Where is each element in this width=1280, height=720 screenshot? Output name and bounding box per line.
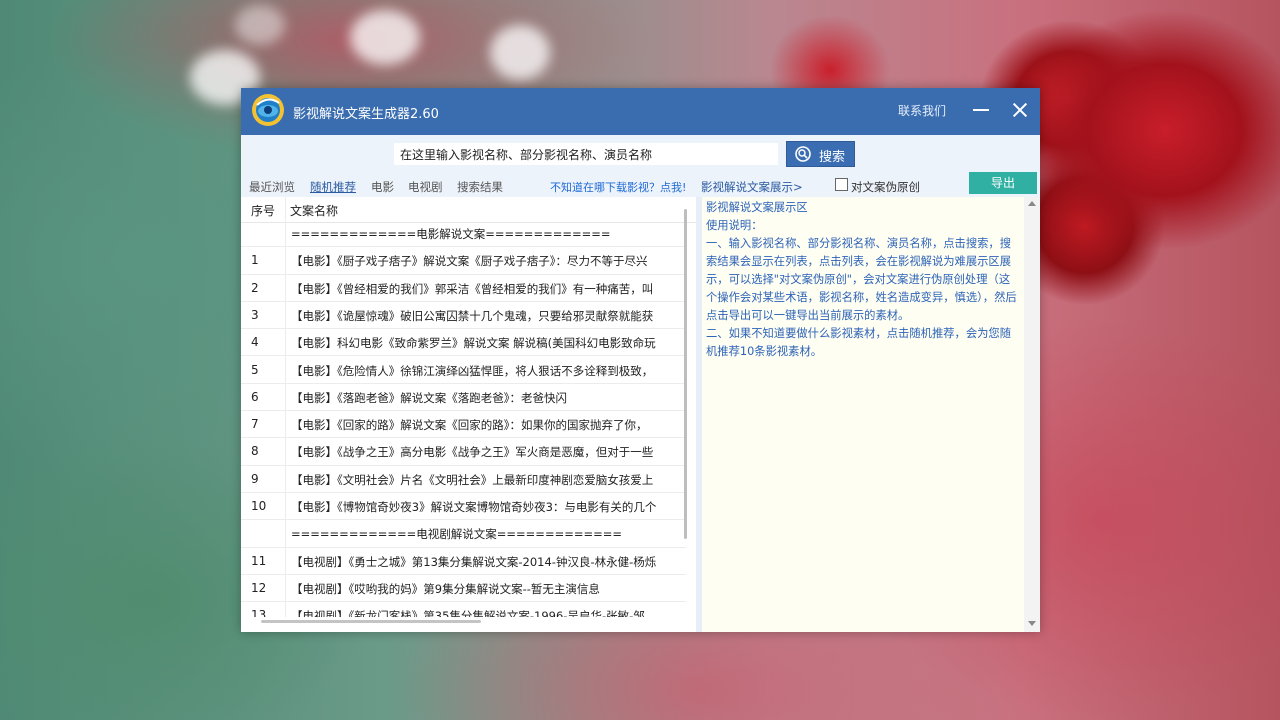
row-number: 12	[251, 580, 267, 595]
scroll-down-arrow-icon[interactable]	[1028, 621, 1036, 626]
row-title: 【电影】《博物馆奇妙夜3》解说文案博物馆奇妙夜3：与电影有关的几个	[291, 500, 657, 514]
search-icon	[795, 146, 811, 162]
row-title: 【电影】《文明社会》片名《文明社会》上最新印度神剧恋爱脑女孩爱上	[291, 472, 654, 487]
row-number: 4	[251, 335, 259, 350]
row-title: 【电影】《回家的路》解说文案《回家的路》：如果你的国家抛弃了你，	[291, 418, 648, 433]
contact-us-link[interactable]: 联系我们	[898, 102, 946, 119]
row-number: 3	[251, 307, 259, 322]
row-number: 8	[251, 444, 259, 459]
tab-movie[interactable]: 电影	[371, 179, 394, 195]
table-row[interactable]: =============电视剧解说文案=============	[241, 520, 686, 548]
search-button-label: 搜索	[819, 150, 846, 165]
download-help-link[interactable]: 不知道在哪下载影视？点我!	[550, 179, 686, 195]
row-title: 【电影】《曾经相爱的我们》郭采洁《曾经相爱的我们》有一种痛苦，叫	[291, 281, 654, 296]
showcase-link[interactable]: 影视解说文案展示>	[701, 179, 803, 195]
table-row[interactable]: 1 【电影】《厨子戏子痞子》解说文案《厨子戏子痞子》：尽力不等于尽兴	[241, 247, 686, 275]
row-title: 【电影】《落跑老爸》解说文案《落跑老爸》：老爸快闪	[291, 390, 567, 405]
minimize-button[interactable]	[969, 96, 993, 124]
display-area[interactable]: 影视解说文案展示区 使用说明： 一、输入影视名称、部分影视名称、演员名称，点击搜…	[702, 197, 1024, 632]
row-title: 【电影】《战争之王》高分电影《战争之王》军火商是恶魔，但对于一些	[291, 445, 654, 460]
table-row[interactable]: 11 【电视剧】《勇士之城》第13集分集解说文案-2014-钟汉良-林永健-杨烁	[241, 548, 686, 575]
row-title: =============电影解说文案=============	[291, 227, 611, 241]
table-row[interactable]: 7 【电影】《回家的路》解说文案《回家的路》：如果你的国家抛弃了你，	[241, 411, 686, 439]
table-row[interactable]: 4 【电影】科幻电影《致命紫罗兰》解说文案 解说稿(美国科幻电影致命玩	[241, 329, 686, 357]
row-title: =============电视剧解说文案=============	[291, 527, 623, 542]
app-title: 影视解说文案生成器2.60	[293, 107, 439, 122]
table-row[interactable]: 5 【电影】《危险情人》徐锦江演绎凶猛悍匪，将人狠话不多诠释到极致，	[241, 357, 686, 384]
row-title: 【电影】科幻电影《致命紫罗兰》解说文案 解说稿(美国科幻电影致命玩	[291, 336, 656, 351]
horizontal-scroll-thumb[interactable]	[261, 620, 481, 623]
pseudo-original-checkbox[interactable]	[835, 178, 848, 191]
export-button[interactable]: 导出	[969, 172, 1037, 194]
search-input[interactable]	[393, 142, 779, 166]
table-row[interactable]: 2 【电影】《曾经相爱的我们》郭采洁《曾经相爱的我们》有一种痛苦，叫	[241, 275, 686, 302]
pseudo-original-label[interactable]: 对文案伪原创	[851, 179, 920, 195]
row-number: 2	[251, 280, 259, 295]
tab-random-recommend[interactable]: 随机推荐	[310, 179, 356, 195]
row-title: 【电影】《危险情人》徐锦江演绎凶猛悍匪，将人狠话不多诠释到极致，	[291, 363, 654, 378]
title-bar[interactable]: 影视解说文案生成器2.60 联系我们	[241, 88, 1040, 135]
row-number: 10	[251, 499, 267, 513]
row-title: 【电影】《厨子戏子痞子》解说文案《厨子戏子痞子》：尽力不等于尽兴	[291, 254, 648, 269]
row-number: 7	[251, 417, 259, 432]
app-logo-icon	[252, 94, 284, 126]
table-row[interactable]: 8 【电影】《战争之王》高分电影《战争之王》军火商是恶魔，但对于一些	[241, 438, 686, 466]
tab-search-results[interactable]: 搜索结果	[457, 179, 503, 195]
app-window: 影视解说文案生成器2.60 联系我们 搜索 最近浏览 随机推荐 电影 电视剧 搜…	[241, 88, 1040, 632]
row-title: 【电视剧】《哎哟我的妈》第9集分集解说文案--暂无主演信息	[291, 581, 600, 596]
table-row[interactable]: =============电影解说文案=============	[241, 220, 686, 248]
tab-tv-series[interactable]: 电视剧	[408, 179, 443, 195]
background-bokeh	[350, 10, 420, 65]
row-number: 6	[251, 389, 259, 404]
row-number: 5	[251, 362, 259, 377]
table-row[interactable]: 9 【电影】《文明社会》片名《文明社会》上最新印度神剧恋爱脑女孩爱上	[241, 466, 686, 493]
table-row[interactable]: 12 【电视剧】《哎哟我的妈》第9集分集解说文案--暂无主演信息	[241, 575, 686, 603]
search-button[interactable]: 搜索	[786, 141, 855, 167]
tab-recent[interactable]: 最近浏览	[249, 179, 295, 195]
close-button[interactable]	[1008, 98, 1032, 122]
table-row[interactable]: 3 【电影】《诡屋惊魂》破旧公寓囚禁十几个鬼魂，只要给邪灵献祭就能获	[241, 302, 686, 330]
header-num: 序号	[251, 204, 276, 218]
display-scrollbar[interactable]	[1024, 197, 1040, 632]
row-title: 【电影】《诡屋惊魂》破旧公寓囚禁十几个鬼魂，只要给邪灵献祭就能获	[291, 308, 654, 323]
row-title: 【电视剧】《勇士之城》第13集分集解说文案-2014-钟汉良-林永健-杨烁	[291, 554, 657, 569]
vertical-scroll-thumb[interactable]	[684, 209, 687, 539]
row-number: 11	[251, 553, 267, 568]
row-number: 1	[251, 253, 259, 268]
table-row[interactable]: 6 【电影】《落跑老爸》解说文案《落跑老爸》：老爸快闪	[241, 384, 686, 412]
background-bokeh	[235, 5, 285, 45]
display-text: 影视解说文案展示区 使用说明： 一、输入影视名称、部分影视名称、演员名称，点击搜…	[706, 201, 1017, 358]
result-list: 序号 文案名称 =============电影解说文案=============…	[241, 197, 696, 632]
toolbar: 搜索 最近浏览 随机推荐 电影 电视剧 搜索结果 不知道在哪下载影视？点我! 影…	[241, 135, 1040, 197]
row-number: 9	[251, 471, 259, 486]
background-bokeh	[490, 25, 550, 80]
header-name: 文案名称	[290, 204, 339, 218]
horizontal-scrollbar[interactable]	[241, 617, 696, 632]
scroll-up-arrow-icon[interactable]	[1028, 201, 1036, 206]
table-row[interactable]: 10 【电影】《博物馆奇妙夜3》解说文案博物馆奇妙夜3：与电影有关的几个	[241, 493, 686, 521]
